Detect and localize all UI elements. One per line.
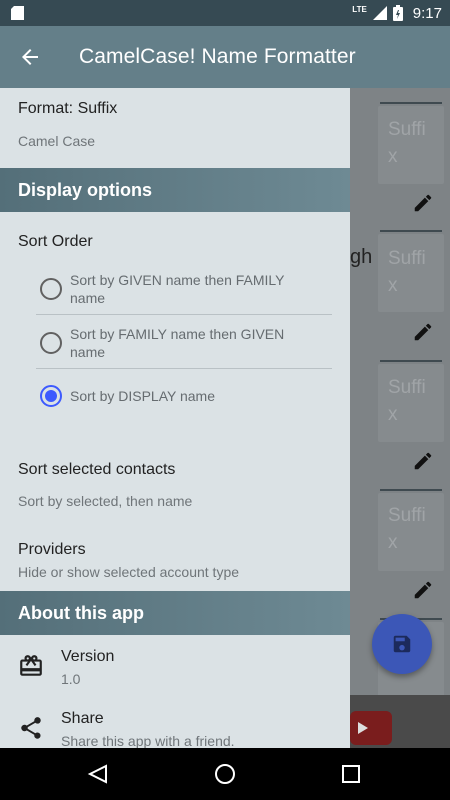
radio-button[interactable] — [40, 278, 62, 300]
version-title: Version — [61, 648, 115, 665]
suffix-label: Suffi — [388, 119, 426, 140]
edit-pencil-icon — [414, 194, 432, 212]
edit-pencil-icon — [414, 581, 432, 599]
sort-option-display[interactable]: Sort by DISPLAY name — [36, 384, 332, 408]
sort-order-title: Sort Order — [18, 233, 93, 250]
providers-title: Providers — [18, 541, 86, 558]
suffix-label: Suffi — [388, 377, 426, 398]
sort-option-given-family[interactable]: Sort by GIVEN name then FAMILY name — [36, 270, 332, 310]
suffix-label: x — [388, 275, 398, 296]
edit-pencil-icon — [414, 452, 432, 470]
navigation-drawer: Format: Suffix Camel Case Display option… — [0, 88, 350, 748]
back-arrow-icon[interactable] — [18, 45, 42, 69]
suffix-label: Suffi — [388, 248, 426, 269]
suffix-label: x — [388, 404, 398, 425]
divider — [380, 489, 442, 491]
suffix-label: x — [388, 532, 398, 553]
back-nav-icon[interactable] — [87, 764, 109, 784]
status-time: 9:17 — [412, 4, 442, 22]
suffix-label: Suffi — [388, 505, 426, 526]
sort-selected-title: Sort selected contacts — [18, 461, 176, 478]
system-navigation-bar — [0, 748, 450, 800]
divider — [380, 360, 442, 362]
status-bar: LTE 9:17 — [0, 0, 450, 26]
display-options-header: Display options — [0, 168, 350, 212]
app-bar: CamelCase! Name Formatter — [0, 26, 450, 88]
radio-label: Sort by FAMILY name then GIVEN name — [70, 326, 285, 360]
radio-label: Sort by DISPLAY name — [70, 388, 215, 404]
share-subtitle: Share this app with a friend. — [61, 733, 235, 748]
radio-label: Sort by GIVEN name then FAMILY name — [70, 272, 285, 306]
share-title: Share — [61, 710, 104, 727]
share-icon — [21, 717, 41, 739]
version-value: 1.0 — [61, 671, 81, 687]
gift-card-icon — [20, 655, 42, 676]
app-title: CamelCase! Name Formatter — [79, 45, 356, 68]
save-fab-button[interactable] — [372, 614, 432, 674]
recents-nav-icon[interactable] — [341, 764, 361, 784]
about-header: About this app — [0, 591, 350, 635]
save-icon — [393, 635, 411, 653]
format-subtitle: Camel Case — [18, 133, 96, 149]
battery-icon — [392, 5, 403, 21]
format-title: Format: Suffix — [18, 100, 118, 117]
divider — [36, 314, 332, 315]
sort-selected-subtitle: Sort by selected, then name — [18, 493, 193, 509]
home-nav-icon[interactable] — [214, 763, 236, 785]
sd-card-icon — [11, 6, 24, 20]
signal-icon — [372, 6, 387, 20]
youtube-play-icon — [350, 711, 392, 745]
sort-option-family-given[interactable]: Sort by FAMILY name then GIVEN name — [36, 324, 332, 364]
edit-pencil-icon — [414, 323, 432, 341]
partial-name-text: gh — [350, 246, 373, 268]
network-type: LTE — [352, 4, 367, 14]
divider — [36, 368, 332, 369]
divider — [380, 230, 442, 232]
radio-button[interactable] — [40, 332, 62, 354]
providers-subtitle: Hide or show selected account type — [18, 564, 240, 580]
radio-button-selected[interactable] — [40, 385, 62, 407]
ad-banner — [350, 695, 450, 748]
divider — [380, 102, 442, 104]
suffix-label: x — [388, 146, 398, 167]
